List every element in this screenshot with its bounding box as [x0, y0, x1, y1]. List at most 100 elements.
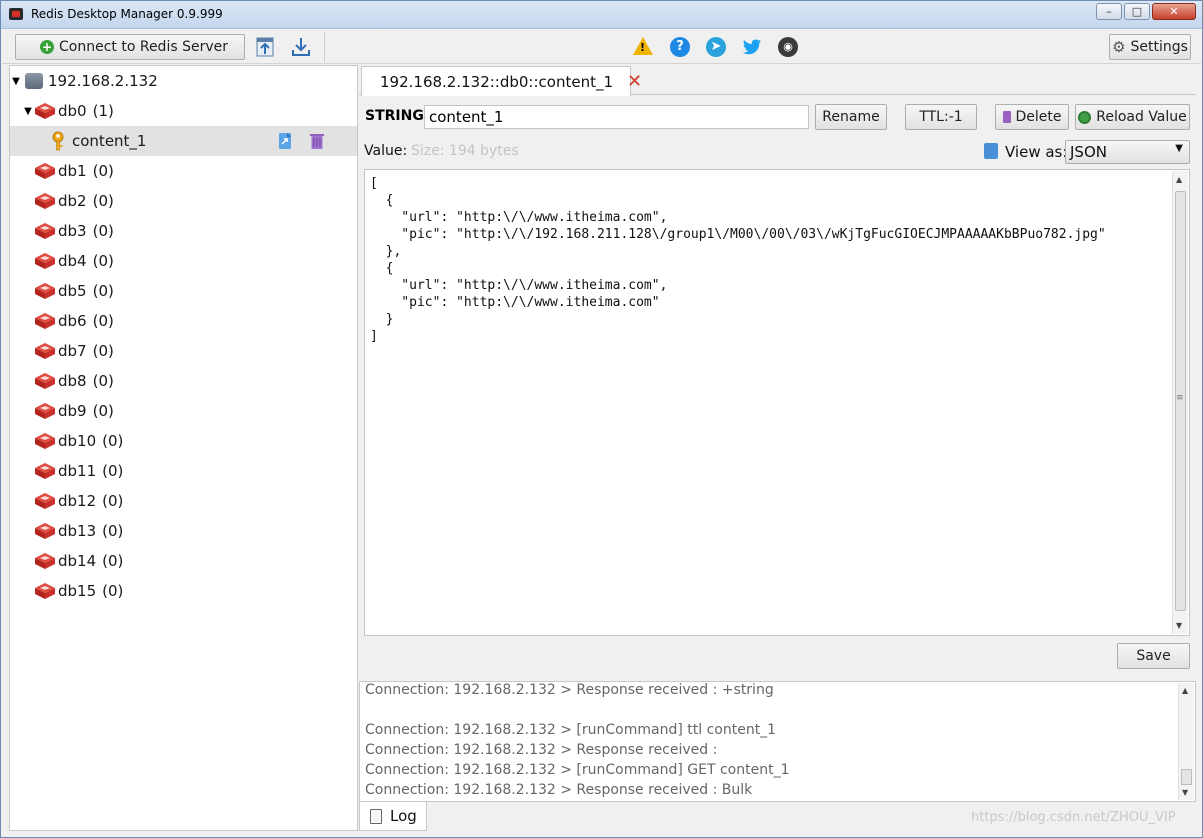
redis-db-icon: [35, 373, 55, 389]
redis-db-icon: [35, 163, 55, 179]
db-node-db4[interactable]: db4 (0): [10, 246, 357, 276]
maximize-button[interactable]: □: [1124, 3, 1150, 20]
db-label: db3: [58, 222, 87, 240]
db-count: (0): [92, 342, 114, 360]
log-line: Connection: 192.168.2.132 > [runCommand]…: [365, 762, 790, 778]
telegram-icon[interactable]: ➤: [706, 37, 726, 57]
key-name-field[interactable]: [424, 105, 809, 129]
scroll-up-icon[interactable]: ▲: [1182, 686, 1188, 695]
key-label: content_1: [72, 132, 147, 150]
save-label: Save: [1136, 648, 1171, 664]
window-title: Redis Desktop Manager 0.9.999: [31, 7, 223, 21]
expand-arrow-icon[interactable]: ▼: [22, 106, 34, 117]
redis-db-icon: [35, 523, 55, 539]
twitter-icon[interactable]: [742, 37, 762, 57]
value-text[interactable]: [ { "url": "http:\/\/www.itheima.com", "…: [370, 175, 1106, 345]
app-logo-icon: [9, 8, 23, 20]
db-node-db7[interactable]: db7 (0): [10, 336, 357, 366]
db-node-db15[interactable]: db15 (0): [10, 576, 357, 606]
db-count: (0): [92, 252, 114, 270]
server-node[interactable]: ▼ 192.168.2.132: [10, 66, 357, 96]
db-count: (0): [102, 552, 124, 570]
log-line: Connection: 192.168.2.132 > Response rec…: [365, 742, 718, 758]
db-label: db10: [58, 432, 97, 450]
redis-db-icon: [35, 463, 55, 479]
tab-close-icon[interactable]: ✕: [627, 71, 642, 92]
trash-icon[interactable]: [309, 132, 325, 150]
import-icon[interactable]: [254, 36, 276, 58]
tab-content-1[interactable]: 192.168.2.132::db0::content_1 ✕: [361, 66, 642, 96]
rename-button[interactable]: Rename: [815, 104, 887, 130]
rename-label: Rename: [822, 109, 880, 125]
watermark-text: https://blog.csdn.net/ZHOU_VIP: [971, 810, 1176, 825]
open-in-new-tab-icon[interactable]: [277, 132, 295, 150]
expand-arrow-icon[interactable]: ▼: [10, 76, 22, 87]
minimize-button[interactable]: –: [1096, 3, 1122, 20]
key-node-content-1[interactable]: content_1: [10, 126, 357, 156]
db-label: db12: [58, 492, 97, 510]
value-editor[interactable]: [ { "url": "http:\/\/www.itheima.com", "…: [364, 169, 1190, 636]
db-node-db10[interactable]: db10 (0): [10, 426, 357, 456]
scrollbar-thumb[interactable]: [1181, 769, 1192, 785]
delete-label: Delete: [1015, 109, 1062, 125]
reload-label: Reload Value: [1096, 109, 1187, 125]
db-node-db3[interactable]: db3 (0): [10, 216, 357, 246]
trash-icon: [1002, 111, 1011, 123]
scroll-down-icon[interactable]: ▼: [1176, 621, 1182, 630]
db-label: db4: [58, 252, 87, 270]
warning-icon[interactable]: [633, 37, 653, 55]
db-node-db8[interactable]: db8 (0): [10, 366, 357, 396]
db-label: db5: [58, 282, 87, 300]
db-count: (0): [92, 192, 114, 210]
log-scrollbar[interactable]: ▲ ▼: [1178, 683, 1194, 800]
reload-value-button[interactable]: Reload Value: [1075, 104, 1190, 130]
tab-bar: 192.168.2.132::db0::content_1 ✕: [359, 65, 1196, 96]
db-node-db12[interactable]: db12 (0): [10, 486, 357, 516]
db-count: (0): [92, 282, 114, 300]
db-node-db0[interactable]: ▼ db0 (1): [10, 96, 357, 126]
export-icon[interactable]: [290, 36, 312, 58]
db-count: (0): [92, 402, 114, 420]
gear-icon: ⚙: [1112, 38, 1126, 56]
value-label: Value:: [364, 143, 408, 159]
close-button[interactable]: ✕: [1152, 3, 1196, 20]
db-count: (0): [92, 372, 114, 390]
db-count: (0): [102, 522, 124, 540]
settings-button[interactable]: ⚙ Settings: [1109, 34, 1191, 60]
editor-scrollbar[interactable]: ▲ ≡ ▼: [1172, 171, 1188, 634]
tab-log[interactable]: Log: [359, 802, 427, 831]
db-node-db6[interactable]: db6 (0): [10, 306, 357, 336]
connection-tree: ▼ 192.168.2.132 ▼ db0 (1) content_1 db1 …: [9, 65, 358, 831]
db-count: (0): [92, 312, 114, 330]
scroll-grip-icon: ≡: [1176, 393, 1184, 403]
ttl-button[interactable]: TTL:-1: [905, 104, 977, 130]
log-icon: [370, 808, 382, 824]
scroll-up-icon[interactable]: ▲: [1176, 175, 1182, 184]
github-icon[interactable]: ◉: [778, 37, 798, 57]
redis-db-icon: [35, 313, 55, 329]
scroll-down-icon[interactable]: ▼: [1182, 788, 1188, 797]
redis-db-icon: [35, 253, 55, 269]
db-node-db1[interactable]: db1 (0): [10, 156, 357, 186]
db-node-db9[interactable]: db9 (0): [10, 396, 357, 426]
db-count: (0): [102, 582, 124, 600]
log-console[interactable]: Connection: 192.168.2.132 > Response rec…: [359, 681, 1196, 802]
db-node-db2[interactable]: db2 (0): [10, 186, 357, 216]
save-button[interactable]: Save: [1117, 643, 1190, 669]
db-label: db0: [58, 102, 87, 120]
connect-to-server-button[interactable]: + Connect to Redis Server: [15, 34, 245, 60]
view-as-select[interactable]: JSON ▼: [1065, 140, 1190, 164]
db-node-db5[interactable]: db5 (0): [10, 276, 357, 306]
help-icon[interactable]: ?: [670, 37, 690, 57]
reload-icon: [1078, 110, 1092, 124]
redis-db-icon: [35, 223, 55, 239]
db-node-db13[interactable]: db13 (0): [10, 516, 357, 546]
redis-db-icon: [35, 283, 55, 299]
log-line: Connection: 192.168.2.132 > [runCommand]…: [365, 722, 777, 738]
db-node-db11[interactable]: db11 (0): [10, 456, 357, 486]
value-size: Size: 194 bytes: [411, 143, 519, 159]
log-line: Connection: 192.168.2.132 > Response rec…: [365, 782, 753, 798]
db-node-db14[interactable]: db14 (0): [10, 546, 357, 576]
delete-button[interactable]: Delete: [995, 104, 1069, 130]
app-window: Redis Desktop Manager 0.9.999 – □ ✕ + Co…: [0, 0, 1203, 838]
